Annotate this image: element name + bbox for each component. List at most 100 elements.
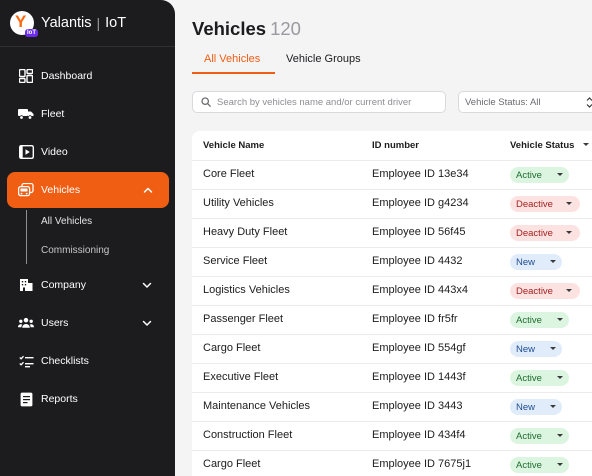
id-number-cell: Employee ID 554gf — [372, 342, 466, 354]
table-row[interactable]: Executive Fleet Employee ID 1443f Active — [192, 363, 592, 392]
sidebar: Y IoT Yalantis | IoT Dashboard Fleet Vid… — [0, 0, 175, 476]
sidebar-item-label: Dashboard — [41, 70, 93, 82]
brand[interactable]: Y IoT Yalantis | IoT — [0, 0, 175, 47]
status-badge[interactable]: New — [510, 341, 562, 357]
vehicle-name-cell: Construction Fleet — [203, 429, 293, 441]
status-badge[interactable]: New — [510, 399, 562, 415]
caret-down-icon — [566, 231, 572, 234]
truck-icon — [18, 106, 34, 122]
id-number-cell: Employee ID 4432 — [372, 255, 463, 267]
sidebar-item-company[interactable]: Company — [0, 267, 175, 303]
status-badge-label: Active — [516, 314, 542, 326]
status-badge-label: Active — [516, 430, 542, 442]
sidebar-item-label: Users — [41, 317, 69, 329]
status-badge-label: Deactive — [516, 227, 553, 239]
sidebar-item-label: Checklists — [41, 355, 89, 367]
brand-name: Yalantis — [41, 15, 92, 31]
status-badge-label: Active — [516, 372, 542, 384]
vehicle-name-cell: Logistics Vehicles — [203, 284, 290, 296]
vehicle-name-cell: Heavy Duty Fleet — [203, 226, 288, 238]
tab-all-vehicles[interactable]: All Vehicles — [204, 53, 260, 65]
table-row[interactable]: Utility Vehicles Employee ID g4234 Deactiv… — [192, 189, 592, 218]
vehicle-name-cell: Executive Fleet — [203, 371, 279, 383]
caret-down-icon — [550, 260, 556, 263]
table-row[interactable]: Maintenance Vehicles Employee ID 3443 New — [192, 392, 592, 421]
page-title-text: Vehicles — [192, 18, 267, 39]
id-number-cell: Employee ID 1443f — [372, 371, 466, 383]
id-number-cell: Employee ID fr5fr — [372, 313, 458, 325]
table-row[interactable]: Service Fleet Employee ID 4432 New — [192, 247, 592, 276]
id-number-cell: Employee ID 434f4 — [372, 429, 466, 441]
caret-down-icon — [557, 463, 563, 466]
sidebar-item-fleet[interactable]: Fleet — [0, 96, 175, 132]
active-tab-indicator — [192, 72, 275, 74]
table-row[interactable]: Core Fleet Employee ID 13e34 Active — [192, 160, 592, 189]
caret-down-icon — [557, 434, 563, 437]
sort-caret-icon[interactable] — [583, 143, 589, 146]
vehicle-name-cell: Utility Vehicles — [203, 197, 274, 209]
sidebar-item-dashboard[interactable]: Dashboard — [0, 58, 175, 94]
status-badge[interactable]: Deactive — [510, 225, 580, 241]
table-row[interactable]: Logistics Vehicles Employee ID 443x4 Deact… — [192, 276, 592, 305]
column-header-id-number[interactable]: ID number — [372, 140, 419, 151]
caret-down-icon — [550, 405, 556, 408]
id-number-cell: Employee ID 13e34 — [372, 168, 469, 180]
column-header-vehicle-name[interactable]: Vehicle Name — [203, 140, 264, 151]
brand-separator: | — [96, 15, 101, 31]
table-row[interactable]: Cargo Fleet Employee ID 7675j1 Active — [192, 450, 592, 476]
sidebar-item-vehicles[interactable]: Vehicles — [7, 172, 169, 208]
table-row[interactable]: Heavy Duty Fleet Employee ID 56f45 Deactiv… — [192, 218, 592, 247]
vehicle-count: 120 — [270, 18, 301, 39]
status-badge[interactable]: Deactive — [510, 196, 580, 212]
company-icon — [18, 277, 34, 293]
tab-vehicle-groups[interactable]: Vehicle Groups — [286, 53, 361, 65]
caret-down-icon — [557, 318, 563, 321]
vehicle-name-cell: Cargo Fleet — [203, 342, 261, 354]
id-number-cell: Employee ID g4234 — [372, 197, 469, 209]
sidebar-item-label: Company — [41, 279, 86, 291]
sidebar-item-video[interactable]: Video — [0, 134, 175, 170]
sidebar-item-reports[interactable]: Reports — [0, 381, 175, 417]
status-badge-label: Active — [516, 169, 542, 181]
vehicle-status-filter[interactable]: Vehicle Status: All — [458, 91, 592, 113]
users-icon — [18, 315, 34, 331]
vehicles-icon — [18, 182, 34, 198]
sidebar-item-checklists[interactable]: Checklists — [0, 343, 175, 379]
status-badge[interactable]: Active — [510, 312, 569, 328]
main-content: Vehicles 120 All Vehicles Vehicle Groups … — [175, 0, 592, 476]
caret-down-icon — [566, 289, 572, 292]
table-row[interactable]: Construction Fleet Employee ID 434f4 Activ… — [192, 421, 592, 450]
chevron-up-icon — [143, 187, 153, 193]
vehicle-name-cell: Service Fleet — [203, 255, 268, 267]
status-badge[interactable]: Active — [510, 457, 569, 473]
sidebar-item-label: Vehicles — [41, 184, 81, 196]
table-header: Vehicle Name ID number Vehicle Status — [192, 131, 592, 160]
status-badge[interactable]: New — [510, 254, 562, 270]
caret-down-icon — [557, 173, 563, 176]
table-row[interactable]: Cargo Fleet Employee ID 554gf New — [192, 334, 592, 363]
status-badge[interactable]: Active — [510, 428, 569, 444]
table-row[interactable]: Passenger Fleet Employee ID fr5fr Active — [192, 305, 592, 334]
video-icon — [18, 144, 34, 160]
id-number-cell: Employee ID 3443 — [372, 400, 463, 412]
status-badge-label: New — [516, 256, 536, 268]
status-badge[interactable]: Deactive — [510, 283, 580, 299]
search-icon — [201, 97, 211, 107]
search-input[interactable] — [217, 96, 437, 108]
id-number-cell: Employee ID 443x4 — [372, 284, 468, 296]
yalantis-logo-icon: Y IoT — [10, 11, 38, 37]
status-badge-label: Deactive — [516, 285, 553, 297]
sidebar-item-users[interactable]: Users — [0, 305, 175, 341]
vehicle-name-cell: Maintenance Vehicles — [203, 400, 311, 412]
caret-down-icon — [557, 376, 563, 379]
search-box[interactable] — [192, 91, 446, 113]
sidebar-subitem-commissioning[interactable]: Commissioning — [41, 245, 109, 256]
status-badge[interactable]: Active — [510, 370, 569, 386]
vehicles-table: Vehicle Name ID number Vehicle Status Co… — [192, 131, 592, 476]
sidebar-subitem-all-vehicles[interactable]: All Vehicles — [41, 216, 92, 227]
status-filter-label: Vehicle Status: All — [465, 96, 541, 108]
status-badge-label: Deactive — [516, 198, 553, 210]
column-header-vehicle-status[interactable]: Vehicle Status — [510, 140, 574, 151]
status-badge-label: New — [516, 401, 536, 413]
status-badge[interactable]: Active — [510, 167, 569, 183]
